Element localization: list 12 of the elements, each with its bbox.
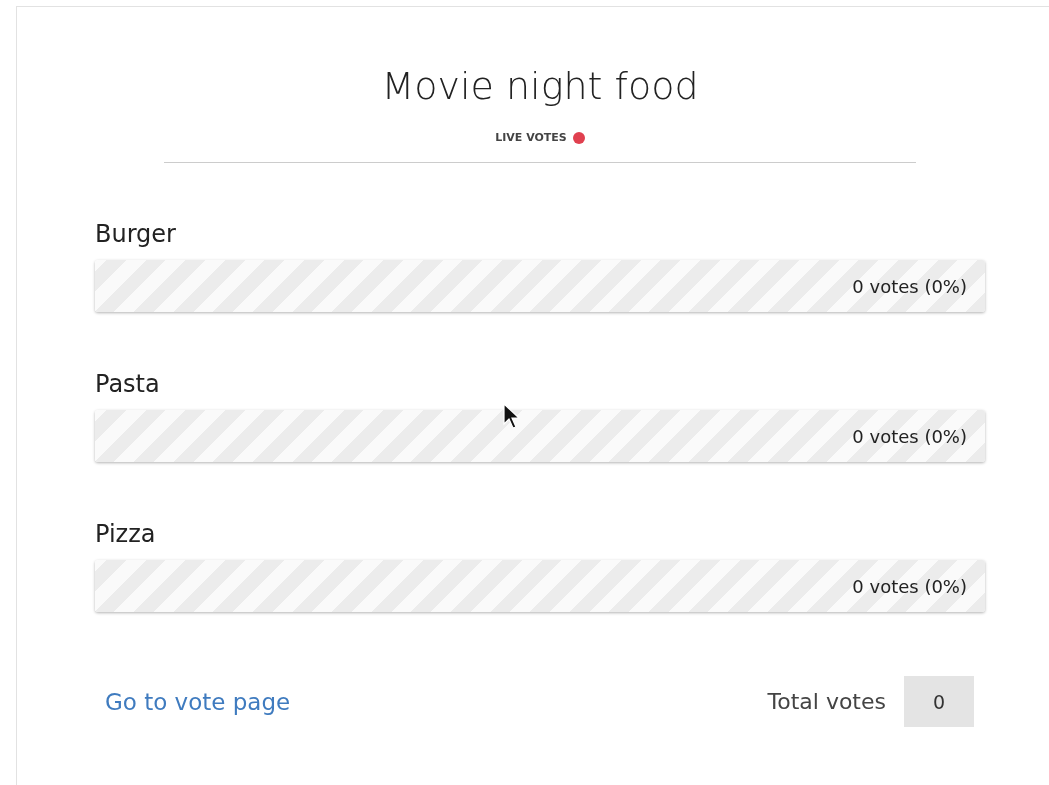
vote-count: 0 votes (0%) [852,275,967,297]
option-label: Pasta [95,369,161,399]
mouse-pointer-icon [503,403,521,431]
option-label: Burger [95,219,177,249]
poll-title: Movie night food [380,63,700,109]
option-label: Pizza [95,519,157,549]
total-votes-label: Total votes [767,689,886,714]
live-votes-label: LIVE VOTES [495,131,567,144]
vote-count: 0 votes (0%) [852,425,967,447]
vote-page-link[interactable]: Go to vote page [105,688,291,715]
total-votes-count: 0 [904,676,974,727]
vote-count: 0 votes (0%) [852,575,967,597]
